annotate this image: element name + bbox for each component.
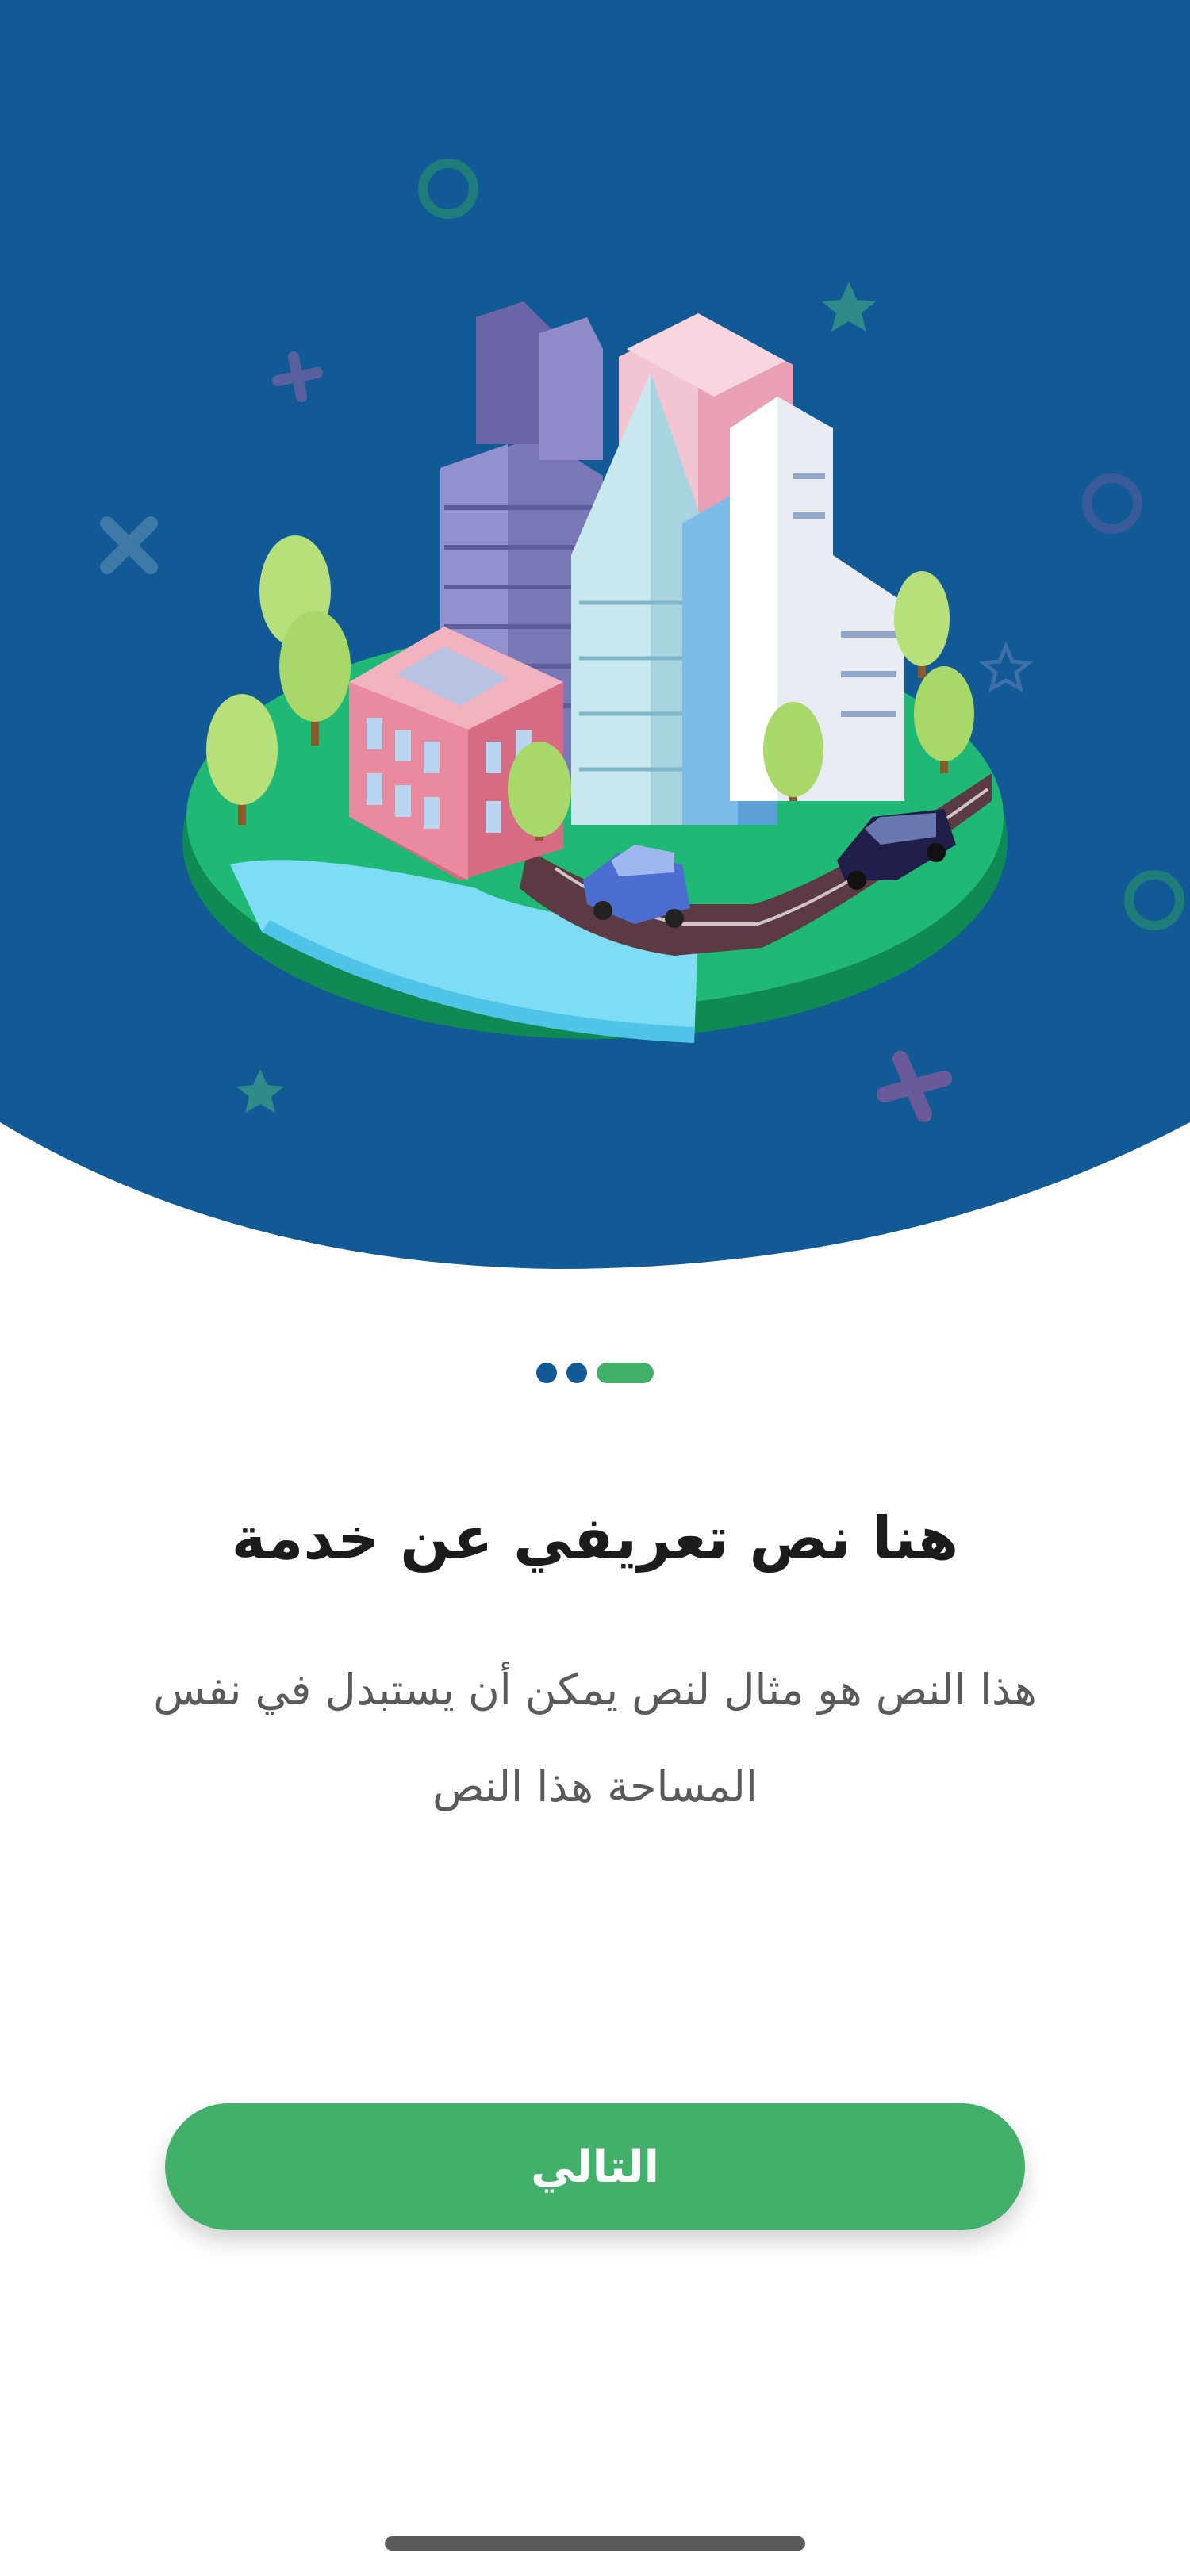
- page-dot-active[interactable]: [597, 1363, 654, 1383]
- onboarding-title: هنا نص تعريفي عن خدمة: [231, 1505, 959, 1573]
- page-dot[interactable]: [566, 1363, 587, 1383]
- page-dot[interactable]: [536, 1363, 557, 1383]
- onboarding-description: هذا النص هو مثال لنص يمكن أن يستبدل في ن…: [153, 1665, 1037, 1811]
- city-illustration: [0, 0, 1190, 1269]
- pagination-indicator: [0, 1363, 1190, 1383]
- header-illustration-area: [0, 0, 1190, 1285]
- home-indicator[interactable]: [385, 2536, 805, 2551]
- next-button[interactable]: التالي: [165, 2103, 1025, 2230]
